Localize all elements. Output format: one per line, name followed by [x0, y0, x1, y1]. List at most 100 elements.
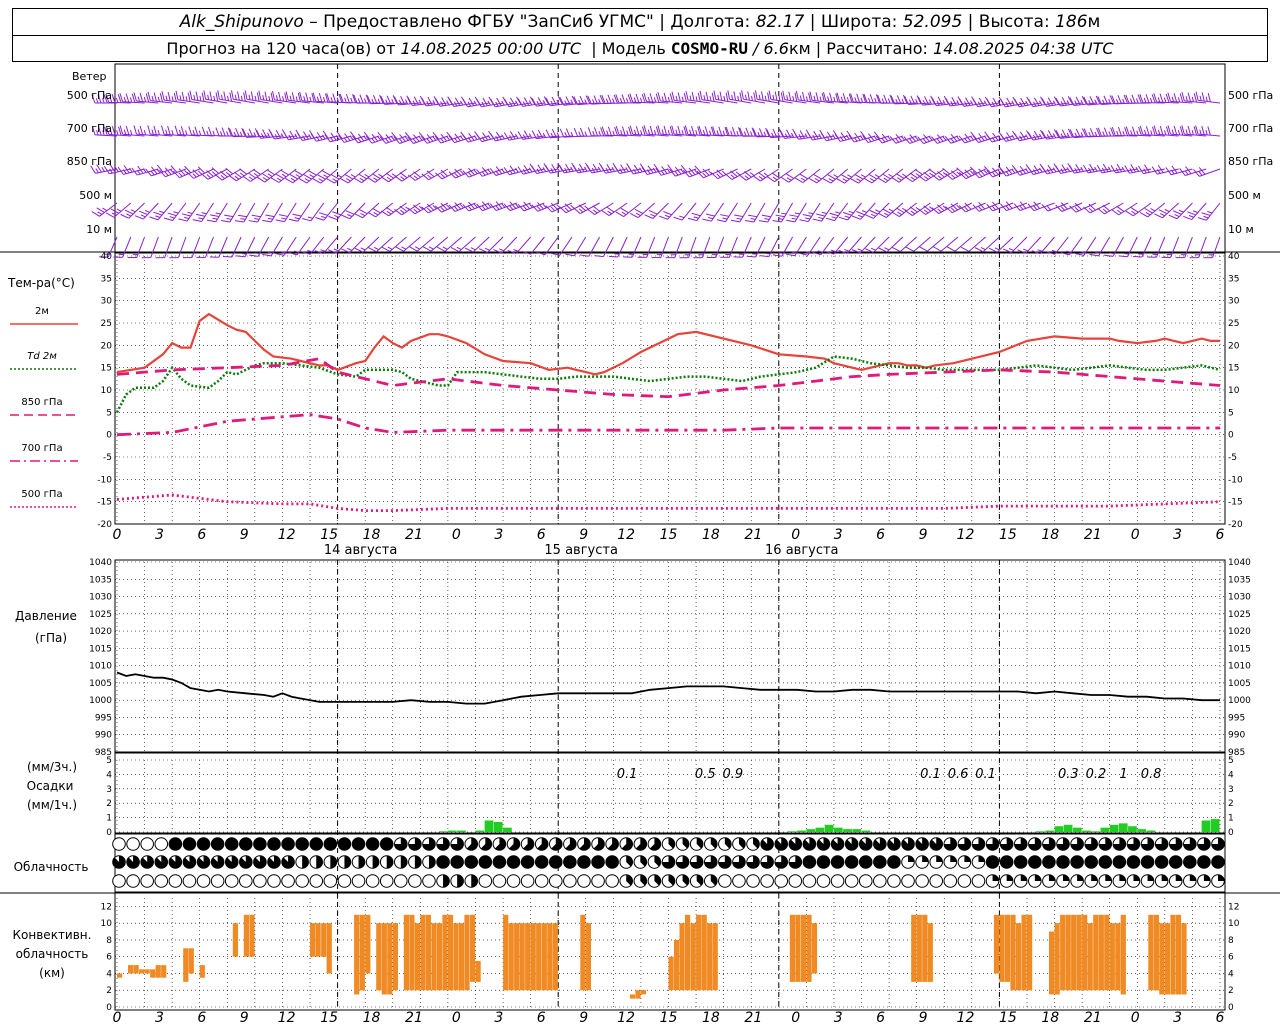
- convective-bar: [392, 923, 398, 991]
- wind-barb-flag: [426, 138, 431, 143]
- wind-barb-flag: [427, 174, 432, 179]
- hour-label-temp: 6: [1216, 527, 1225, 543]
- wind-barb-flag: [332, 93, 337, 103]
- wind-barb-flag: [695, 96, 698, 102]
- temp-tick-left: 15: [101, 364, 112, 374]
- pressure-tick-right: 1000: [1228, 696, 1251, 706]
- cloud-symbol: [520, 855, 535, 869]
- wind-barb-flag: [206, 130, 209, 136]
- cloud-fill: [428, 855, 436, 869]
- wind-barb-flag: [201, 212, 207, 215]
- wind-barb-flag: [607, 126, 612, 136]
- wind-barb-flag: [387, 246, 393, 250]
- date-label: 16 августа: [765, 543, 839, 558]
- wind-level-label: 500 м: [79, 189, 112, 202]
- meteogram: Alk_Shipunovo – Предоставлено ФГБУ "ЗапС…: [0, 0, 1280, 1024]
- precip-title: Осадки: [27, 779, 74, 793]
- wind-barb: [755, 236, 766, 258]
- wind-barb-flag: [262, 219, 272, 223]
- convective-bar: [144, 969, 150, 974]
- wind-barb-flag: [881, 137, 886, 143]
- wind-barb: [927, 236, 945, 252]
- wind-barb-flag: [704, 126, 709, 136]
- wind-barb-flag: [790, 132, 795, 138]
- wind-barb-flag: [467, 205, 472, 211]
- wind-barb-flag: [347, 247, 353, 251]
- precip-bar: [843, 829, 852, 832]
- wind-barb-flag: [1000, 133, 1007, 142]
- wind-barb-flag: [225, 171, 231, 176]
- wind-barb-flag: [237, 214, 248, 218]
- convective-bar: [1148, 914, 1154, 991]
- wind-barb-flag: [281, 217, 287, 220]
- wind-barb-flag: [598, 130, 602, 137]
- wind-barb-flag: [964, 206, 969, 212]
- wind-barb-flag: [1014, 98, 1020, 108]
- wind-barb-flag: [565, 128, 571, 137]
- wind-barb-flag: [1046, 205, 1052, 211]
- wind-barb: [244, 236, 256, 257]
- wind-barb-flag: [884, 212, 889, 216]
- wind-barb-flag: [663, 211, 672, 216]
- wind-barb: [336, 236, 352, 254]
- wind-level-label-right: 500 м: [1228, 189, 1261, 202]
- wind-barb-flag: [133, 125, 137, 135]
- wind-barb-flag: [673, 216, 683, 221]
- temp-legend-label: 700 гПа: [21, 443, 62, 454]
- convective-bar: [541, 923, 547, 991]
- wind-barb-flag: [209, 91, 213, 101]
- wind-barb-flag: [649, 125, 654, 135]
- cloud-symbol: [577, 874, 591, 888]
- wind-barb-flag: [888, 173, 894, 178]
- wind-barb-flag: [332, 178, 338, 182]
- wind-barb-flag: [1116, 130, 1119, 136]
- wind-barb-flag: [842, 211, 852, 216]
- wind-barb: [1141, 236, 1152, 258]
- wind-barb-flag: [799, 219, 809, 223]
- hour-label-conv: 12: [278, 1010, 296, 1024]
- convective-bar: [1027, 914, 1033, 991]
- wind-barb-flag: [1201, 125, 1205, 135]
- wind-barb-flag: [237, 91, 240, 101]
- convective-bar: [447, 914, 454, 991]
- wind-barb-flag: [173, 92, 177, 102]
- cloud-symbol: [718, 874, 732, 888]
- wind-barb-flag: [262, 95, 265, 101]
- precip-amount-label: 0.5: [695, 767, 716, 782]
- wind-barb-flag: [842, 178, 848, 182]
- wind-barb-flag: [320, 215, 326, 219]
- wind-barb-flag: [454, 206, 459, 211]
- wind-barb-flag: [297, 132, 303, 141]
- wind-barb-flag: [280, 133, 285, 138]
- wind-barb-flag: [1185, 96, 1188, 102]
- wind-barb-flag: [1027, 166, 1034, 175]
- wind-barb-flag: [253, 172, 259, 177]
- wind-barb-flag: [922, 100, 926, 106]
- wind-barb-flag: [647, 96, 651, 102]
- wind-barb-flag: [1066, 132, 1070, 138]
- precip-tick-left: 0: [106, 828, 112, 838]
- wind-barb-flag: [248, 176, 254, 181]
- convective-bar: [679, 923, 685, 991]
- convective-bar: [409, 914, 415, 991]
- wind-barb-flag: [235, 127, 240, 137]
- wind-barb: [681, 202, 697, 221]
- wind-barb-flag: [373, 211, 379, 216]
- wind-barb-flag: [341, 214, 350, 220]
- temp-tick-right: 15: [1228, 364, 1239, 374]
- wind-barb-flag: [565, 253, 575, 257]
- hour-label-temp: 12: [617, 527, 635, 543]
- wind-barb-flag: [736, 217, 742, 220]
- wind-barb-flag: [844, 248, 850, 252]
- wind-barb-flag: [125, 93, 130, 103]
- wind-barb-flag: [207, 94, 210, 100]
- cloud-fill: [1147, 874, 1154, 881]
- cloud-symbol: [351, 874, 366, 888]
- convective-bar: [1120, 914, 1126, 995]
- convective-bar: [387, 923, 393, 995]
- wind-barb-flag: [386, 210, 392, 215]
- wind-barb-flag: [887, 98, 891, 104]
- wind-barb-flag: [250, 91, 254, 101]
- wind-barb: [122, 236, 132, 258]
- wind-barb-flag: [350, 97, 353, 103]
